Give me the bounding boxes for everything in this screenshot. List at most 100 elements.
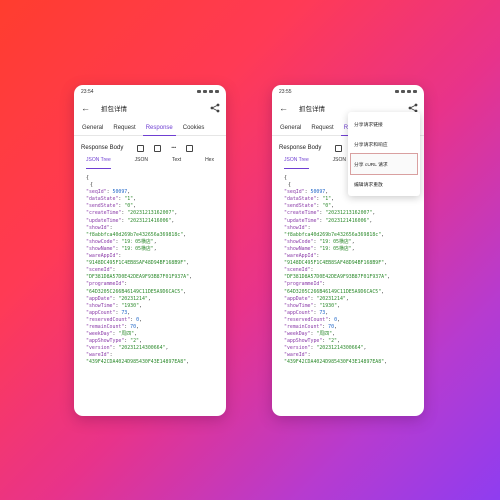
json-value: "DF381D8A57D0E42DEA9F93B87F01F937A" — [284, 274, 388, 281]
json-key: "appDate" — [284, 295, 311, 302]
json-value: "19：05横店" — [319, 245, 352, 252]
json-line: "9148DC495F1C4EB8SAF48D94BF168B9F", — [86, 260, 190, 267]
menu-item-1[interactable]: 分享请求和响应 — [348, 134, 420, 154]
status-icons — [197, 90, 219, 93]
json-line: "version": "20231214300664", — [284, 345, 367, 352]
json-line: "showName": "19：05横店", — [284, 245, 355, 252]
share-icon[interactable] — [210, 103, 220, 113]
json-value: "64D3205C266B46149C11DE5A9D6CAC5" — [86, 288, 184, 295]
json-line: "appDate": "20231214", — [284, 295, 349, 302]
json-value: "周四" — [118, 331, 135, 338]
response-body-title: Response Body — [279, 145, 322, 151]
json-value: 50097 — [112, 189, 128, 196]
back-arrow-icon[interactable]: ← — [279, 103, 293, 113]
json-line: "sceneId": — [86, 267, 116, 274]
json-value: "0" — [322, 203, 332, 210]
json-line: "439F42CDA4024D985430F43E14897EA8", — [86, 359, 190, 366]
response-body-title: Response Body — [81, 145, 124, 151]
json-line: "dataState": "1", — [86, 196, 137, 203]
json-line: "sendState": "0", — [86, 203, 137, 210]
json-value: "DF381D8A57D0E42DEA9F93B87F01F937A" — [86, 274, 190, 281]
json-value: "20231214300664" — [316, 345, 364, 352]
json-line: "DF381D8A57D0E42DEA9F93B87F01F937A", — [284, 274, 391, 281]
copy-icon[interactable] — [335, 144, 343, 152]
json-value: 50097 — [310, 189, 326, 196]
page-title: 抓包详情 — [101, 106, 127, 113]
json-key: "createTime" — [284, 210, 320, 217]
json-value: "1930" — [319, 302, 338, 309]
json-value: "20231214" — [316, 295, 346, 302]
json-key: "remainCount" — [86, 323, 125, 330]
json-line: "weekDay": "周四", — [86, 331, 138, 338]
json-line: "version": "20231214300664", — [86, 345, 169, 352]
json-line: { — [90, 182, 93, 189]
json-key: "dataState" — [86, 196, 119, 203]
json-line: "remainCount": 70, — [86, 323, 140, 330]
tab-request[interactable]: Request — [108, 125, 140, 135]
subtab-json-tree[interactable]: JSON Tree — [86, 157, 111, 169]
json-line: "64D3205C266B46149C11DE5A9D6CAC5", — [86, 288, 187, 295]
json-key: "programmeId" — [284, 281, 323, 288]
tab-general[interactable]: General — [77, 125, 108, 135]
subtab-json[interactable]: JSON — [333, 157, 346, 166]
json-value: "9148DC495F1C4EB8SAF48D94BF168B9F" — [86, 260, 187, 267]
tab-cookies[interactable]: Cookies — [178, 125, 210, 135]
json-key: "showCode" — [284, 238, 314, 245]
json-value: "64D3205C266B46149C11DE5A9D6CAC5" — [284, 288, 382, 295]
hex-view-icon[interactable]: ••• — [171, 145, 176, 152]
json-line: "64D3205C266B46149C11DE5A9D6CAC5", — [284, 288, 385, 295]
json-line: "appCount": 73, — [86, 309, 131, 316]
json-key: "createTime" — [86, 210, 122, 217]
json-line: "showTime": "1930", — [86, 302, 142, 309]
json-value: "f8abbfca40d269b7e432656a369818c" — [86, 231, 184, 238]
open-external-icon[interactable] — [186, 144, 194, 152]
json-key: "showName" — [284, 245, 314, 252]
save-icon[interactable] — [154, 144, 162, 152]
tab-bar: General Request Response Cookies — [74, 118, 226, 136]
json-key: "wareId" — [284, 352, 308, 359]
subtab-json[interactable]: JSON — [135, 157, 148, 166]
subtab-text[interactable]: Text — [172, 157, 181, 166]
json-key: "programmeId" — [86, 281, 125, 288]
json-line: "appShowType": "2", — [284, 338, 340, 345]
json-line: "showTime": "1930", — [284, 302, 340, 309]
json-key: "showTime" — [86, 302, 116, 309]
json-key: "wareAppId" — [86, 253, 119, 260]
tab-request[interactable]: Request — [306, 125, 338, 135]
tab-response[interactable]: Response — [141, 125, 178, 136]
json-value: "0" — [124, 203, 134, 210]
json-value: "1" — [322, 196, 332, 203]
back-arrow-icon[interactable]: ← — [81, 103, 95, 113]
phone-screen-left: 23:54 ← 抓包详情 General Request Response Cookies R… — [74, 85, 226, 416]
json-key: "showName" — [86, 245, 116, 252]
copy-icon[interactable] — [137, 144, 145, 152]
json-line: "9148DC495F1C4EB8SAF48D94BF168B9F", — [284, 260, 388, 267]
json-line: "weekDay": "周四", — [284, 331, 336, 338]
menu-item-2[interactable]: 分享 cURL 请求 — [350, 153, 418, 175]
menu-item-0[interactable]: 分享请求链接 — [348, 114, 420, 134]
subtab-json-tree[interactable]: JSON Tree — [284, 157, 309, 169]
json-key: "updateTime" — [284, 217, 320, 224]
phone-screen-right: 23:55←抓包详情GeneralRequestResponseResponse… — [272, 85, 424, 416]
tab-general[interactable]: General — [275, 125, 306, 135]
json-key: "weekDay" — [86, 331, 113, 338]
json-tree-view: {{"seqId": 50097, "dataState": "1", "sendS… — [74, 171, 226, 367]
json-key: "version" — [284, 345, 311, 352]
status-time: 23:54 — [81, 88, 94, 95]
json-key: "appDate" — [86, 295, 113, 302]
json-key: "version" — [86, 345, 113, 352]
subtab-hex[interactable]: Hex — [205, 157, 214, 166]
json-value: "20231214300664" — [118, 345, 166, 352]
json-line: "seqId": 50097, — [86, 189, 131, 196]
json-key: "sendState" — [86, 203, 119, 210]
json-line: "remainCount": 70, — [284, 323, 338, 330]
json-value: "2" — [130, 338, 140, 345]
json-key: "showTime" — [284, 302, 314, 309]
json-line: "439F42CDA4024D985430F43E14897EA8", — [284, 359, 388, 366]
json-line: "wareAppId": — [86, 253, 122, 260]
response-body-header: Response Body ••• — [74, 139, 226, 157]
body-format-tabs: JSON Tree JSON Text Hex — [74, 157, 226, 171]
menu-item-3[interactable]: 编辑请求重放 — [348, 174, 420, 194]
json-line: "sceneId": — [284, 267, 314, 274]
app-bar: ← 抓包详情 — [74, 98, 226, 118]
